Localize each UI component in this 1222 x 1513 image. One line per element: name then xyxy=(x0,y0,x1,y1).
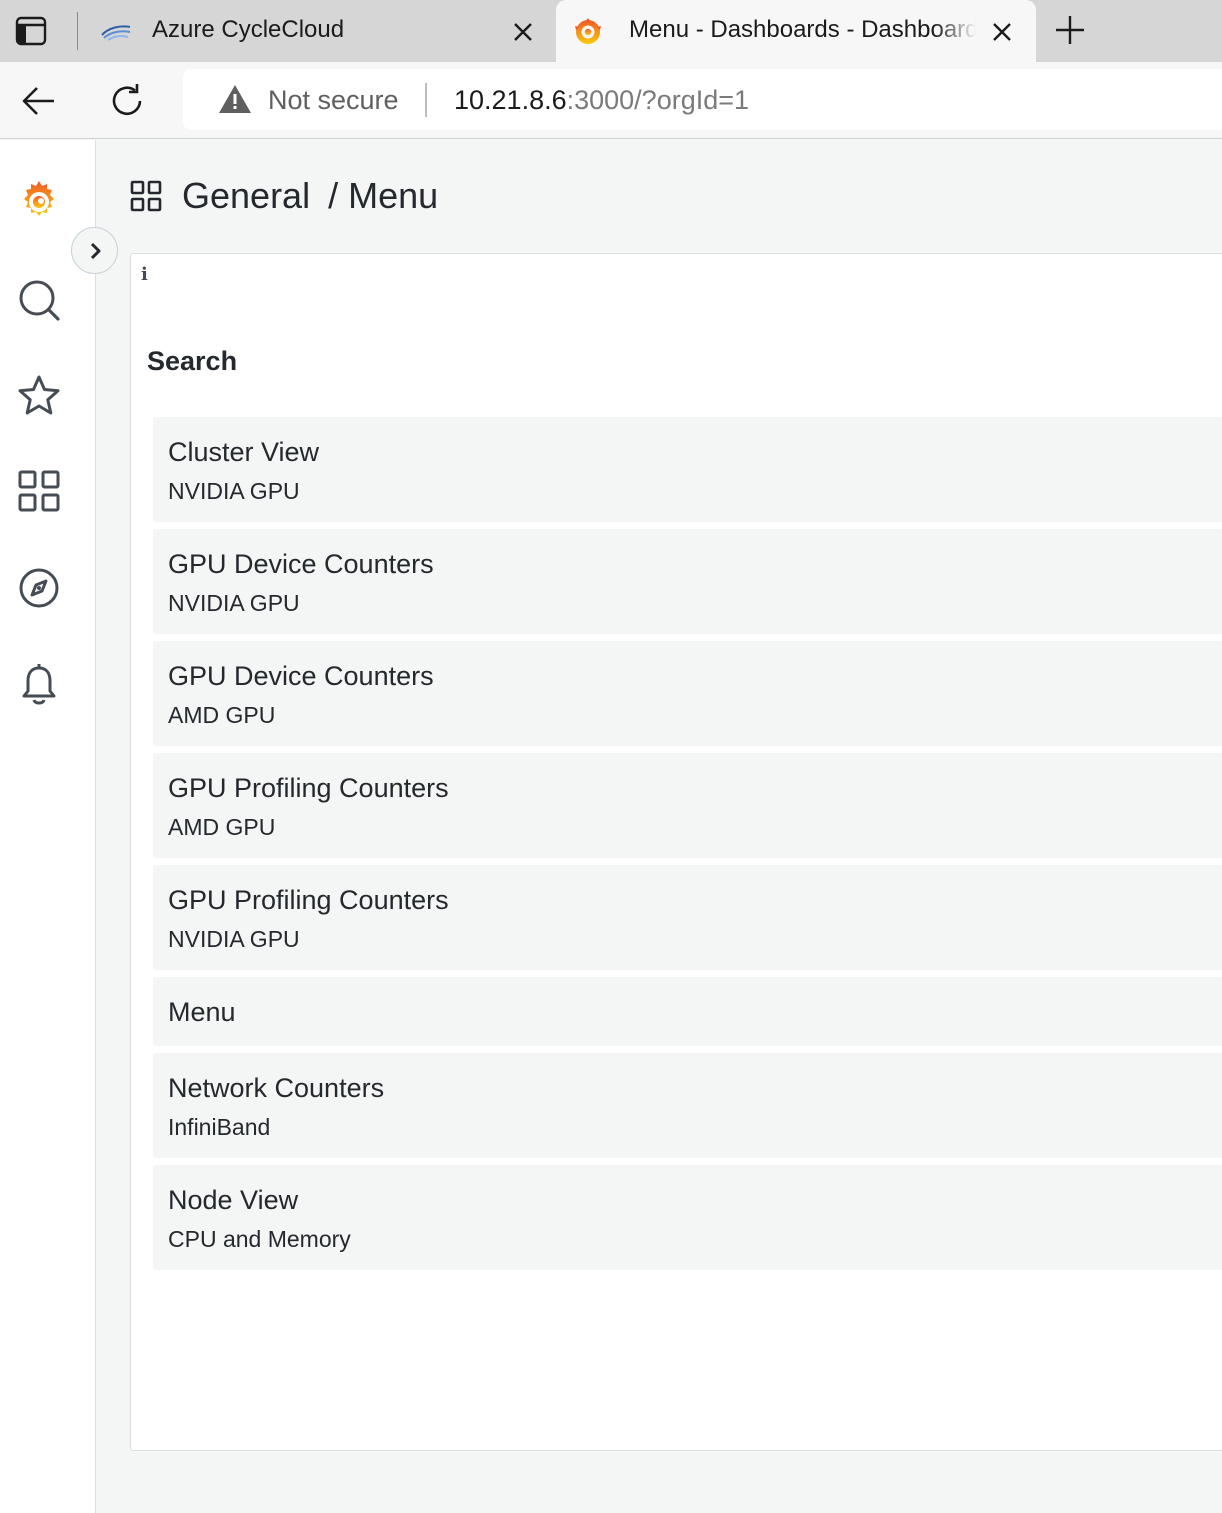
breadcrumb-folder[interactable]: General xyxy=(182,175,310,217)
tab-azure-cyclecloud[interactable]: Azure CycleCloud xyxy=(84,0,552,62)
url-text[interactable]: 10.21.8.6:3000/?orgId=1 xyxy=(454,85,749,116)
dashboard-title: Node View xyxy=(168,1185,299,1215)
apps-icon xyxy=(130,180,162,212)
dashboard-title: GPU Device Counters xyxy=(168,549,434,579)
dashboard-title: Network Counters xyxy=(168,1073,385,1103)
dashboard-item-gpu-profiling-counters-amd[interactable]: GPU Profiling Counters AMD GPU xyxy=(153,753,1222,858)
sidemenu-expand-button[interactable] xyxy=(71,227,118,274)
dashboard-tag: CPU and Memory xyxy=(168,1226,351,1252)
tab-title: Azure CycleCloud xyxy=(152,16,345,43)
back-arrow-icon[interactable] xyxy=(20,82,58,120)
explore-icon[interactable] xyxy=(16,565,62,611)
tab-menu-dashboards[interactable]: Menu - Dashboards - Dashboards xyxy=(556,0,1036,62)
dashboard-item-cluster-view[interactable]: Cluster View NVIDIA GPU xyxy=(153,417,1222,522)
dashboard-title: GPU Profiling Counters xyxy=(168,773,449,803)
dashboard-title: GPU Device Counters xyxy=(168,661,434,691)
alerting-bell-icon[interactable] xyxy=(16,662,62,708)
address-bar[interactable]: Not secure 10.21.8.6:3000/?orgId=1 xyxy=(183,69,1222,130)
dashboards-icon[interactable] xyxy=(16,468,62,514)
dashboard-item-gpu-device-counters-nvidia[interactable]: GPU Device Counters NVIDIA GPU xyxy=(153,529,1222,634)
tab-actions-icon[interactable] xyxy=(14,14,48,48)
sidemenu xyxy=(0,140,96,1513)
grafana-logo-icon[interactable] xyxy=(16,178,62,224)
breadcrumb-separator: / xyxy=(328,175,339,216)
dashboard-item-gpu-profiling-counters-nvidia[interactable]: GPU Profiling Counters NVIDIA GPU xyxy=(153,865,1222,970)
dashboard-title: Menu xyxy=(168,997,236,1027)
dashboard-item-network-counters[interactable]: Network Counters InfiniBand xyxy=(153,1053,1222,1158)
dashboard-tag: NVIDIA GPU xyxy=(168,478,300,504)
browser-toolbar: Not secure 10.21.8.6:3000/?orgId=1 xyxy=(0,62,1222,139)
url-host: 10.21.8.6 xyxy=(454,85,567,115)
close-icon[interactable] xyxy=(988,18,1016,46)
dashboard-tag: NVIDIA GPU xyxy=(168,926,300,952)
tab-divider xyxy=(77,12,78,50)
search-icon[interactable] xyxy=(16,277,62,323)
dashboard-title: GPU Profiling Counters xyxy=(168,885,449,915)
tab-title: Menu - Dashboards - Dashboards xyxy=(629,16,976,43)
star-icon[interactable] xyxy=(16,373,62,419)
reload-icon[interactable] xyxy=(108,82,146,120)
close-icon[interactable] xyxy=(509,18,537,46)
url-path: :3000/?orgId=1 xyxy=(566,85,750,115)
new-tab-plus-icon[interactable] xyxy=(1052,12,1088,48)
dashboard-item-gpu-device-counters-amd[interactable]: GPU Device Counters AMD GPU xyxy=(153,641,1222,746)
grafana-logo-icon xyxy=(575,18,601,44)
azure-cyclecloud-icon xyxy=(101,25,131,41)
dashboard-item-node-view[interactable]: Node View CPU and Memory xyxy=(153,1165,1222,1270)
chevron-right-icon xyxy=(90,242,100,259)
page-title: Menu xyxy=(348,175,439,216)
security-label[interactable]: Not secure xyxy=(268,85,399,116)
info-icon[interactable]: i xyxy=(141,264,148,285)
warning-icon[interactable] xyxy=(217,83,253,115)
dashboard-tag: AMD GPU xyxy=(168,702,276,728)
breadcrumb: General / Menu xyxy=(130,170,438,222)
panel-heading: Search xyxy=(147,346,238,376)
browser-tab-strip: Azure CycleCloud Menu - Dashboards - Das… xyxy=(0,0,1222,62)
dashboard-tag: AMD GPU xyxy=(168,814,276,840)
dashboard-title: Cluster View xyxy=(168,437,320,467)
address-divider xyxy=(425,83,427,117)
dashboard-tag: NVIDIA GPU xyxy=(168,590,300,616)
dashboard-item-menu[interactable]: Menu xyxy=(153,977,1222,1046)
dashboard-list-panel: i Search Cluster View NVIDIA GPU GPU Dev… xyxy=(130,253,1222,1451)
dashboard-tag: InfiniBand xyxy=(168,1114,271,1140)
